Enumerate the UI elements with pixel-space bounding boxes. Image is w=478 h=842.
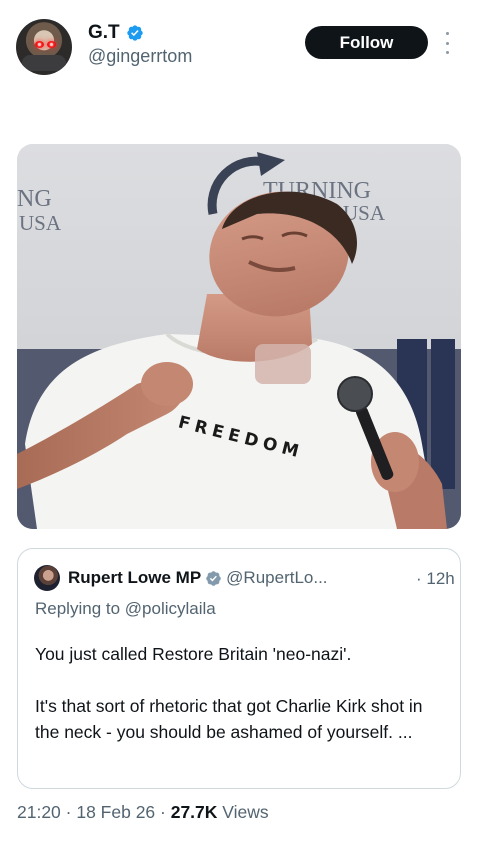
quoted-author-avatar[interactable] <box>34 565 60 591</box>
author-display-name[interactable]: G.T <box>88 22 120 44</box>
author-name-row[interactable]: G.T <box>88 22 144 44</box>
verified-badge-icon <box>206 570 221 586</box>
avatar-shoulder <box>22 55 66 71</box>
quoted-post-time[interactable]: · 12h <box>416 569 455 589</box>
post-header: G.T @gingerrtom Follow <box>0 0 478 90</box>
author-avatar[interactable] <box>16 19 72 75</box>
blurred-area <box>255 344 311 384</box>
post-photo: NG USA TURNING USA FREEDOM <box>17 144 461 529</box>
views-count[interactable]: 27.7K <box>171 802 218 822</box>
follow-button[interactable]: Follow <box>305 26 428 59</box>
pointing-hand <box>141 362 193 406</box>
more-vertical-icon[interactable] <box>442 30 452 56</box>
quoted-author-name[interactable]: Rupert Lowe MP <box>68 568 201 588</box>
replying-prefix: Replying to <box>35 599 125 618</box>
banner-text-left-1: NG <box>17 186 52 212</box>
quoted-post-text: You just called Restore Britain 'neo-naz… <box>35 641 445 745</box>
replying-to: Replying to @policylaila <box>35 599 216 619</box>
verified-badge-icon <box>126 25 143 41</box>
views-label: Views <box>217 802 269 822</box>
post-timestamp[interactable]: 21:20 · 18 Feb 26 · <box>17 802 171 822</box>
quoted-post-paragraph-2: It's that sort of rhetoric that got Char… <box>35 696 428 742</box>
post-image[interactable]: NG USA TURNING USA FREEDOM <box>17 144 461 529</box>
banner-text-left-2: USA <box>19 211 62 235</box>
quoted-author-handle[interactable]: @RupertLo... <box>226 568 327 588</box>
avatar-eye-right <box>47 41 56 48</box>
post-meta: 21:20 · 18 Feb 26 · 27.7K Views <box>17 802 269 823</box>
avatar-eye-left <box>35 41 44 48</box>
quoted-post-paragraph-1: You just called Restore Britain 'neo-naz… <box>35 644 352 664</box>
quoted-post-header: Rupert Lowe MP @RupertLo... <box>34 565 328 591</box>
quoted-post[interactable]: Rupert Lowe MP @RupertLo... · 12h Replyi… <box>17 548 461 789</box>
replying-to-mention[interactable]: @policylaila <box>125 599 216 618</box>
author-handle[interactable]: @gingerrtom <box>88 46 192 67</box>
